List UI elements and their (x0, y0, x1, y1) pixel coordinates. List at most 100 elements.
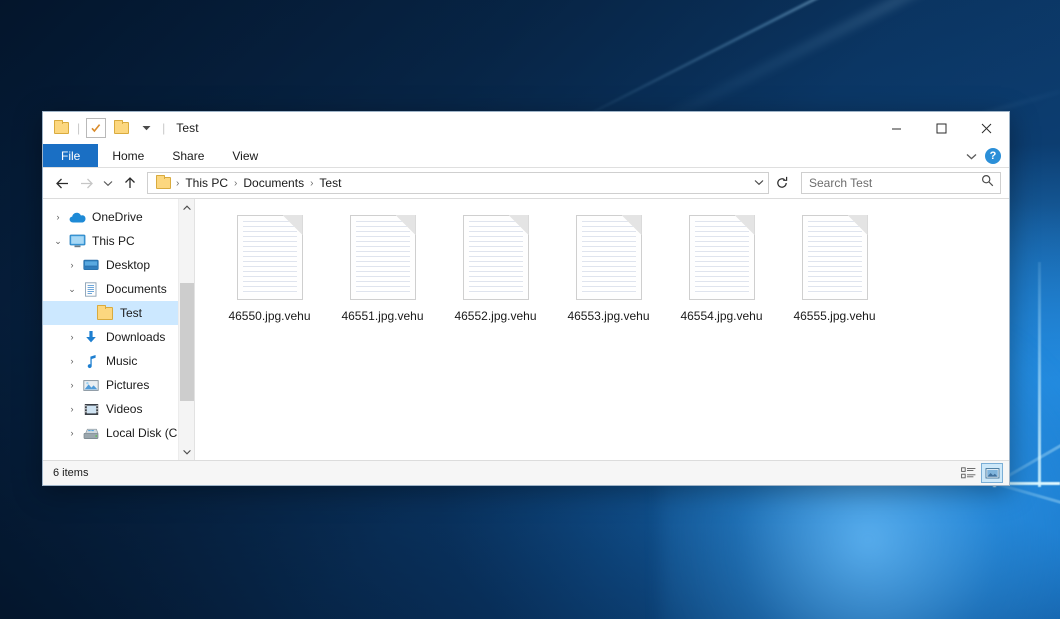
file-item[interactable]: 46553.jpg.vehu (552, 213, 665, 323)
breadcrumb-items: › This PC › Documents › Test (153, 175, 748, 191)
chevron-right-icon[interactable]: › (63, 356, 81, 366)
sidebar-scrollbar[interactable] (178, 199, 194, 460)
sidebar-item-pictures[interactable]: › Pictures (43, 373, 194, 397)
breadcrumb-folder-icon (153, 177, 174, 189)
generic-document-icon (576, 215, 642, 300)
file-item[interactable]: 46552.jpg.vehu (439, 213, 552, 323)
tab-share[interactable]: Share (158, 144, 218, 167)
breadcrumb-separator-1[interactable]: › (233, 178, 238, 189)
recent-locations-button[interactable] (99, 172, 117, 194)
up-button[interactable] (119, 172, 141, 194)
chevron-placeholder: · (77, 308, 95, 318)
view-toggle-group (957, 463, 1003, 483)
breadcrumb[interactable]: › This PC › Documents › Test (147, 172, 769, 194)
window-title: Test (176, 121, 198, 135)
tab-home[interactable]: Home (98, 144, 158, 167)
folder-icon (95, 307, 115, 320)
sidebar-item-label: Desktop (106, 258, 150, 272)
scroll-down-icon[interactable] (179, 443, 195, 460)
generic-document-icon (350, 215, 416, 300)
file-item[interactable]: 46555.jpg.vehu (778, 213, 891, 323)
sidebar-item-label: Pictures (106, 378, 149, 392)
help-icon[interactable]: ? (985, 148, 1001, 164)
title-bar: | | Test (43, 112, 1009, 144)
sidebar-item-label: Documents (106, 282, 167, 296)
chevron-right-icon[interactable]: › (63, 260, 81, 270)
toolbar-divider-2: | (162, 121, 165, 135)
breadcrumb-item-test[interactable]: Test (315, 175, 345, 191)
document-icon (81, 282, 101, 297)
new-folder-icon[interactable] (111, 118, 131, 138)
status-bar: 6 items (43, 460, 1009, 485)
breadcrumb-item-this-pc[interactable]: This PC (181, 175, 232, 191)
drive-icon (81, 427, 101, 440)
sidebar-item-desktop[interactable]: › Desktop (43, 253, 194, 277)
chevron-right-icon[interactable]: › (63, 332, 81, 342)
window-controls (874, 112, 1009, 144)
file-explorer-window: | | Test (42, 111, 1010, 486)
sidebar-item-music[interactable]: › Music (43, 349, 194, 373)
music-note-icon (81, 354, 101, 369)
breadcrumb-separator-2[interactable]: › (309, 178, 314, 189)
close-button[interactable] (964, 112, 1009, 144)
generic-document-icon (463, 215, 529, 300)
generic-document-icon (689, 215, 755, 300)
search-placeholder: Search Test (809, 176, 872, 190)
sidebar-item-label: Downloads (106, 330, 165, 344)
customize-dropdown-icon[interactable] (136, 118, 156, 138)
maximize-button[interactable] (919, 112, 964, 144)
item-count-label: 6 items (53, 467, 88, 479)
ribbon-right-controls: ? (966, 144, 1005, 168)
sidebar-item-documents[interactable]: ⌄ Documents (43, 277, 194, 301)
chevron-right-icon[interactable]: › (63, 428, 81, 438)
search-input[interactable]: Search Test (801, 172, 1001, 194)
sidebar-item-videos[interactable]: › Videos (43, 397, 194, 421)
sidebar-item-onedrive[interactable]: › OneDrive (43, 205, 194, 229)
large-icons-view-button[interactable] (981, 463, 1003, 483)
sidebar-item-this-pc[interactable]: ⌄ This PC (43, 229, 194, 253)
properties-icon[interactable] (86, 118, 106, 138)
tab-view[interactable]: View (218, 144, 272, 167)
quick-access-toolbar: | | (51, 118, 166, 138)
collapse-ribbon-icon[interactable] (966, 147, 977, 165)
tab-file[interactable]: File (43, 144, 98, 167)
sidebar-item-label: This PC (92, 234, 135, 248)
file-item[interactable]: 46551.jpg.vehu (326, 213, 439, 323)
refresh-button[interactable] (771, 172, 793, 194)
desktop-background: | | Test (0, 0, 1060, 619)
breadcrumb-item-documents[interactable]: Documents (239, 175, 308, 191)
generic-document-icon (802, 215, 868, 300)
forward-button (75, 172, 97, 194)
sidebar-item-test[interactable]: · Test (43, 301, 194, 325)
file-item[interactable]: 46554.jpg.vehu (665, 213, 778, 323)
breadcrumb-separator-0[interactable]: › (175, 178, 180, 189)
file-name: 46553.jpg.vehu (567, 309, 649, 323)
file-item[interactable]: 46550.jpg.vehu (213, 213, 326, 323)
scrollbar-thumb[interactable] (180, 283, 194, 401)
chevron-down-icon[interactable]: ⌄ (63, 284, 81, 295)
picture-icon (81, 379, 101, 392)
file-name: 46551.jpg.vehu (341, 309, 423, 323)
scroll-up-icon[interactable] (179, 199, 195, 216)
explorer-body: › OneDrive ⌄ (43, 198, 1009, 460)
back-button[interactable] (51, 172, 73, 194)
ribbon-tabs: File Home Share View ? (43, 144, 1009, 168)
sidebar-item-label: Videos (106, 402, 142, 416)
chevron-right-icon[interactable]: › (49, 212, 67, 222)
file-name: 46554.jpg.vehu (680, 309, 762, 323)
chevron-down-icon[interactable]: ⌄ (49, 236, 67, 247)
address-dropdown-icon[interactable] (754, 178, 764, 189)
navigation-pane: › OneDrive ⌄ (43, 199, 195, 460)
breadcrumb-right-controls (748, 178, 764, 189)
sidebar-item-local-disk-c[interactable]: › Local Disk (C:) (43, 421, 194, 445)
sidebar-item-downloads[interactable]: › Downloads (43, 325, 194, 349)
sidebar-item-label: Test (120, 306, 142, 320)
folder-icon[interactable] (51, 118, 71, 138)
sidebar-item-label: OneDrive (92, 210, 143, 224)
chevron-right-icon[interactable]: › (63, 404, 81, 414)
file-list[interactable]: 46550.jpg.vehu 46551.jpg.vehu (195, 199, 1009, 460)
details-view-button[interactable] (957, 463, 979, 483)
chevron-right-icon[interactable]: › (63, 380, 81, 390)
search-icon[interactable] (981, 174, 994, 192)
minimize-button[interactable] (874, 112, 919, 144)
